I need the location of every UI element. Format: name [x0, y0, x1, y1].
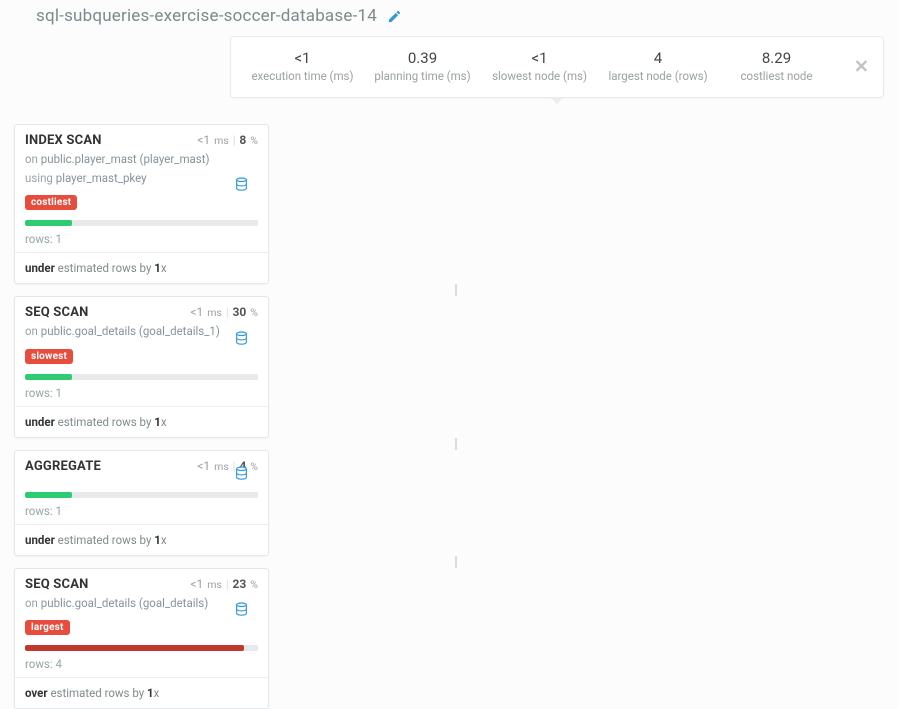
- database-icon[interactable]: [235, 602, 248, 617]
- node-tag: largest: [25, 620, 70, 635]
- database-icon[interactable]: [235, 466, 248, 481]
- page-title: sql-subqueries-exercise-soccer-database-…: [36, 6, 377, 26]
- estimate-line: over estimated rows by 1x: [15, 677, 268, 708]
- plan-tree: INDEX SCAN <1ms|8 % on public.player_mast …: [14, 124, 898, 709]
- summary-cell: <1 slowest node (ms): [492, 49, 588, 83]
- connector-line: [455, 438, 457, 450]
- progress-bar: [25, 492, 258, 498]
- node-type: SEQ SCAN: [25, 305, 89, 320]
- node-subline: on public.goal_details (goal_details): [25, 596, 258, 612]
- progress-bar: [25, 374, 258, 380]
- plan-node[interactable]: AGGREGATE <1ms|4 % rows: 1under estimated …: [14, 450, 269, 556]
- node-subline: on public.player_mast (player_mast): [25, 152, 258, 168]
- pointer-icon: [550, 97, 564, 104]
- node-pct: 30: [233, 305, 247, 319]
- node-time: <1: [190, 577, 203, 591]
- plan-node[interactable]: INDEX SCAN <1ms|8 % on public.player_mast …: [14, 124, 269, 284]
- summary-value: 8.29: [729, 49, 825, 67]
- summary-value: 4: [608, 49, 707, 67]
- node-time: <1: [197, 133, 210, 147]
- node-tag: costliest: [25, 195, 77, 210]
- node-metrics: <1ms|8 %: [197, 133, 258, 147]
- connector-line: [455, 556, 457, 568]
- node-time: <1: [190, 305, 203, 319]
- node-subline: on public.goal_details (goal_details_1): [25, 324, 258, 340]
- node-metrics: <1ms|23 %: [190, 577, 258, 591]
- plan-node[interactable]: SEQ SCAN <1ms|23 % on public.goal_details …: [14, 568, 269, 709]
- connector-line: [455, 284, 457, 296]
- estimate-line: under estimated rows by 1x: [15, 252, 268, 283]
- summary-value: <1: [251, 49, 353, 67]
- rows-line: rows: 4: [25, 657, 258, 677]
- node-pct: 8: [239, 133, 246, 147]
- summary-cell: <1 execution time (ms): [251, 49, 353, 83]
- rows-line: rows: 1: [25, 386, 258, 406]
- summary-cell: 0.39 planning time (ms): [374, 49, 470, 83]
- summary-cell: 8.29 costliest node: [729, 49, 825, 83]
- estimate-line: under estimated rows by 1x: [15, 524, 268, 555]
- plan-node[interactable]: SEQ SCAN <1ms|30 % on public.goal_details …: [14, 296, 269, 438]
- summary-value: <1: [492, 49, 588, 67]
- node-metrics: <1ms|30 %: [190, 305, 258, 319]
- summary-label: largest node (rows): [608, 69, 707, 83]
- node-tag: slowest: [25, 349, 73, 364]
- node-time: <1: [197, 459, 210, 473]
- summary-bar: <1 execution time (ms) 0.39 planning tim…: [230, 36, 884, 98]
- summary-panel: <1 execution time (ms) 0.39 planning tim…: [230, 36, 884, 98]
- database-icon[interactable]: [235, 331, 248, 346]
- node-metrics: <1ms|4 %: [197, 459, 258, 473]
- estimate-line: under estimated rows by 1x: [15, 406, 268, 437]
- edit-icon[interactable]: [387, 8, 402, 23]
- summary-label: execution time (ms): [251, 69, 353, 83]
- progress-bar: [25, 645, 258, 651]
- summary-label: planning time (ms): [374, 69, 470, 83]
- node-type: AGGREGATE: [25, 459, 101, 474]
- node-type: INDEX SCAN: [25, 133, 102, 148]
- rows-line: rows: 1: [25, 232, 258, 252]
- node-subline: using player_mast_pkey: [25, 171, 258, 187]
- summary-cell: 4 largest node (rows): [608, 49, 707, 83]
- summary-value: 0.39: [374, 49, 470, 67]
- node-pct: 23: [233, 577, 247, 591]
- summary-label: costliest node: [729, 69, 825, 83]
- summary-label: slowest node (ms): [492, 69, 588, 83]
- node-type: SEQ SCAN: [25, 577, 89, 592]
- rows-line: rows: 1: [25, 504, 258, 524]
- close-icon[interactable]: ✕: [854, 57, 869, 78]
- database-icon[interactable]: [235, 177, 248, 192]
- title-row: sql-subqueries-exercise-soccer-database-…: [0, 0, 898, 36]
- progress-bar: [25, 220, 258, 226]
